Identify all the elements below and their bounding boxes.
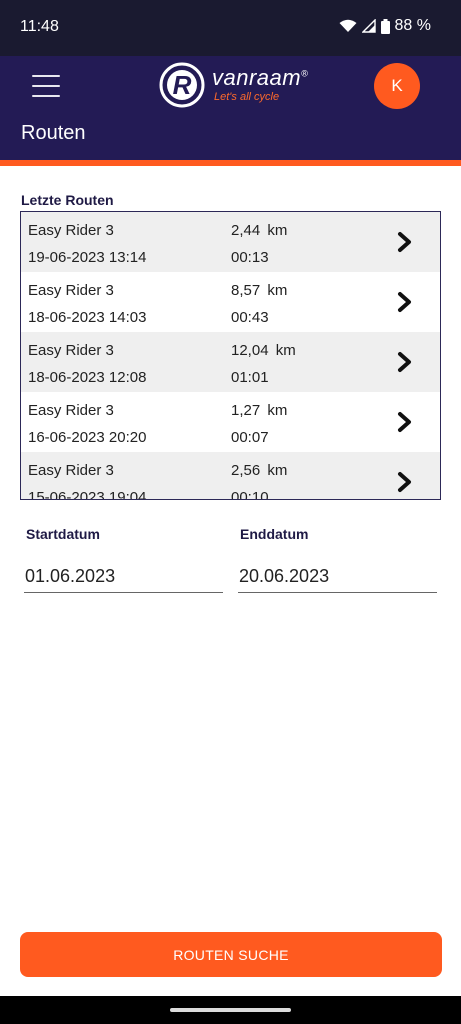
chevron-right-icon[interactable] [397, 231, 413, 253]
chevron-right-icon[interactable] [397, 471, 413, 493]
app-header: R vanraam® Let's all cycle K Routen [0, 56, 461, 160]
svg-text:R: R [173, 70, 192, 100]
hamburger-menu-icon[interactable] [32, 75, 60, 97]
route-duration: 00:13 [231, 249, 269, 266]
route-distance: 2,44 km [231, 222, 288, 239]
route-distance: 8,57 km [231, 282, 288, 299]
route-distance: 2,56 km [231, 462, 288, 479]
route-name: Easy Rider 3 [28, 282, 114, 299]
start-date-label: Startdatum [26, 526, 100, 542]
user-avatar[interactable]: K [374, 63, 420, 109]
status-bar: 11:48 88 % [0, 0, 461, 56]
chevron-right-icon[interactable] [397, 351, 413, 373]
route-duration: 00:07 [231, 429, 269, 446]
route-datetime: 16-06-2023 20:20 [28, 429, 147, 446]
chevron-right-icon[interactable] [397, 291, 413, 313]
recent-routes-list[interactable]: Easy Rider 3 19-06-2023 13:14 2,44 km 00… [20, 211, 441, 500]
route-distance: 12,04 km [231, 342, 296, 359]
route-list-item[interactable]: Easy Rider 3 18-06-2023 14:03 8,57 km 00… [21, 272, 440, 332]
route-list-item[interactable]: Easy Rider 3 16-06-2023 20:20 1,27 km 00… [21, 392, 440, 452]
search-routes-button[interactable]: ROUTEN SUCHE [20, 932, 442, 977]
home-gesture-handle[interactable] [170, 1008, 291, 1012]
route-duration: 01:01 [231, 369, 269, 386]
page-title: Routen [21, 122, 86, 144]
route-distance: 1,27 km [231, 402, 288, 419]
header-accent-stripe [0, 160, 461, 166]
recent-routes-label: Letzte Routen [21, 192, 114, 208]
status-icons: 88 % [339, 17, 431, 35]
end-date-label: Enddatum [240, 526, 309, 542]
logo-wordmark: vanraam® [212, 65, 309, 90]
avatar-initial: K [391, 76, 403, 95]
system-navigation-bar [0, 996, 461, 1024]
route-list-item[interactable]: Easy Rider 3 18-06-2023 12:08 12,04 km 0… [21, 332, 440, 392]
start-date-field[interactable] [24, 561, 223, 593]
route-name: Easy Rider 3 [28, 402, 114, 419]
chevron-right-icon[interactable] [397, 411, 413, 433]
route-datetime: 15-06-2023 19:04 [28, 489, 147, 500]
route-name: Easy Rider 3 [28, 222, 114, 239]
logo-tagline: Let's all cycle [214, 91, 280, 103]
route-list-item[interactable]: Easy Rider 3 19-06-2023 13:14 2,44 km 00… [21, 212, 440, 272]
logo-mark-icon: R [159, 62, 205, 108]
wifi-icon [339, 19, 357, 32]
route-name: Easy Rider 3 [28, 462, 114, 479]
route-datetime: 18-06-2023 12:08 [28, 369, 147, 386]
route-datetime: 18-06-2023 14:03 [28, 309, 147, 326]
battery-percent: 88 % [394, 17, 431, 34]
route-list-item[interactable]: Easy Rider 3 15-06-2023 19:04 2,56 km 00… [21, 452, 440, 500]
status-time: 11:48 [20, 18, 59, 35]
route-duration: 00:43 [231, 309, 269, 326]
battery-icon [380, 18, 390, 34]
route-name: Easy Rider 3 [28, 342, 114, 359]
route-datetime: 19-06-2023 13:14 [28, 249, 147, 266]
route-duration: 00:10 [231, 489, 269, 500]
vanraam-logo: R vanraam® Let's all cycle [158, 62, 308, 108]
cell-signal-icon [361, 19, 376, 33]
end-date-field[interactable] [238, 561, 437, 593]
